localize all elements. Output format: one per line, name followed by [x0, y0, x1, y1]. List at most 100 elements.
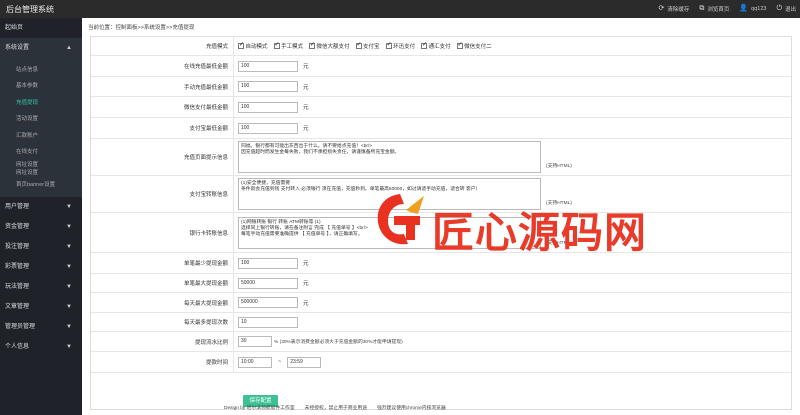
mode-auto-checkbox[interactable]: 自动模式	[238, 41, 268, 50]
checkbox-checked-icon	[421, 41, 427, 49]
mode-checkbox-group: 自动模式 手工模式 微信大额支付 支付宝 环迅支付 通汇支付 微信支付二	[238, 41, 492, 50]
view-homepage-button[interactable]: ⧉ 浏览首页	[699, 5, 729, 13]
mode-tonghui-checkbox[interactable]: 通汇支付	[421, 41, 451, 50]
form-row-time: 提款时间 10:00 ~ 23:59	[91, 352, 791, 373]
user-icon: 👤	[739, 5, 749, 12]
sidebar-item-recharge-withdraw[interactable]: 充值提现	[0, 95, 82, 111]
sidebar-item-home[interactable]: 起始页	[0, 18, 82, 38]
mode-manual-checkbox[interactable]: 手工模式	[273, 41, 303, 50]
time-label: 提款时间	[91, 352, 234, 372]
sidebar-item-site-info[interactable]: 站点信息	[0, 62, 82, 78]
recharge-tip-textarea[interactable]: 同福，银行都有可能出东西出于什么。请不要给点充值！<br/> 因充值超时而发生金…	[238, 141, 541, 173]
checkbox-checked-icon	[355, 41, 362, 49]
unit-label: 元	[303, 64, 309, 70]
unit-label: 元	[303, 300, 309, 307]
sidebar-item-url-settings[interactable]: 网址设置 网址设置	[0, 160, 82, 176]
sidebar-group-funds[interactable]: 资金管理 ▼	[0, 217, 82, 237]
refresh-icon: ⟳	[658, 5, 665, 12]
wechat-min-label: 微信支付最低金额	[91, 97, 234, 117]
time-start-input[interactable]: 10:00	[238, 356, 272, 368]
user-menu[interactable]: 👤 qq123	[739, 5, 766, 13]
top-bar: 后台管理系统 ⟳ 清除缓存 ⧉ 浏览首页 👤 qq123 ⏻ 退出	[0, 0, 800, 18]
chevron-down-icon: ▼	[66, 224, 72, 231]
form-row-online-min: 在线充值最低金额 100 元	[91, 56, 791, 77]
sidebar-group-articles[interactable]: 文章管理 ▼	[0, 297, 82, 317]
time-end-input[interactable]: 23:59	[287, 356, 322, 368]
sidebar-group-admins[interactable]: 管理员管理 ▼	[0, 317, 82, 337]
sidebar-group-profile[interactable]: 个人信息 ▼	[0, 337, 82, 357]
chevron-down-icon: ▼	[66, 304, 72, 311]
unit-label: 元	[303, 126, 309, 132]
support-html-note: (支持HTML)	[546, 164, 572, 169]
footer-browser-tip: 强烈建议使用chrome内核浏览器	[377, 406, 446, 411]
single-max-withdraw-label: 单笔最大提现金额	[91, 274, 234, 292]
daily-max-withdraw-input[interactable]: 500000	[238, 297, 298, 308]
ratio-input[interactable]: 30	[238, 336, 272, 347]
footer-credit: Design by 哈尔滨领航软件工作室	[224, 406, 295, 411]
sidebar-item-remit-account[interactable]: 汇款账户	[0, 128, 82, 144]
sidebar-group-lottery[interactable]: 彩票管理 ▼	[0, 257, 82, 277]
form-row-recharge-tip: 充值页面提示信息 同福，银行都有可能出东西出于什么。请不要给点充值！<br/> …	[91, 139, 791, 176]
chevron-down-icon: ▼	[66, 264, 72, 271]
daily-count-label: 每天最多提现次数	[91, 313, 234, 331]
checkbox-checked-icon	[238, 41, 244, 49]
chevron-down-icon: ▼	[66, 284, 72, 291]
ratio-label: 提现流水比例	[91, 332, 234, 351]
footer: Design by 哈尔滨领航软件工作室 未经授权，禁止用于商业用途 强烈建议使…	[224, 404, 446, 411]
mode-wechat-large-checkbox[interactable]: 微信大额支付	[309, 41, 350, 50]
mode-ips-checkbox[interactable]: 环迅支付	[385, 41, 415, 50]
form-row-ratio: 提现流水比例 30% (30%表示消费金额必须大于充值金额的30%才能申请提现)	[91, 332, 791, 352]
sidebar-submenu-system: 站点信息 基本参数 充值提现 活动设置 汇款账户 在线支付 网址设置 网址设置 …	[0, 58, 82, 198]
recharge-tip-label: 充值页面提示信息	[91, 139, 234, 175]
app-title: 后台管理系统	[6, 5, 54, 14]
mode-wechat2-checkbox[interactable]: 微信支付二	[456, 41, 492, 50]
time-separator: ~	[278, 359, 282, 365]
clear-cache-button[interactable]: ⟳ 清除缓存	[659, 5, 690, 13]
footer-notice: 未经授权，禁止用于商业用途	[304, 406, 368, 411]
sidebar-item-activity[interactable]: 活动设置	[0, 111, 82, 127]
chevron-up-icon: ▲	[66, 45, 72, 51]
alipay-min-input[interactable]: 100	[238, 122, 298, 134]
chevron-down-icon: ▼	[66, 344, 72, 351]
chevron-down-icon: ▼	[66, 324, 72, 331]
manual-min-label: 手动充值最低金额	[91, 77, 234, 96]
alipay-min-label: 支付宝最低金额	[91, 118, 234, 138]
logout-button[interactable]: ⏻ 退出	[776, 5, 796, 13]
breadcrumb: 当前位置：控制面板>>系统设置>>充值提现	[88, 25, 195, 31]
chevron-down-icon: ▼	[66, 204, 72, 211]
online-min-input[interactable]: 100	[238, 60, 298, 72]
form-row-daily-count: 每天最多提现次数 10	[91, 313, 791, 332]
sidebar-group-system[interactable]: 系统设置 ▲	[0, 38, 82, 58]
watermark-logo: 匠心源码网	[370, 188, 646, 258]
sidebar-item-online-pay[interactable]: 在线支付	[0, 144, 82, 160]
sidebar-group-gameplay[interactable]: 玩法管理 ▼	[0, 277, 82, 297]
alipay-tip-label: 支付宝转账信息	[91, 176, 234, 212]
bank-tip-label: 银行卡转账信息	[91, 213, 234, 252]
sidebar-item-banner[interactable]: 首页banner设置	[0, 177, 82, 193]
sidebar-group-bets[interactable]: 投注管理 ▼	[0, 237, 82, 257]
watermark-emblem-icon	[377, 194, 424, 245]
checkbox-checked-icon	[456, 41, 463, 49]
manual-min-input[interactable]: 100	[238, 81, 298, 92]
unit-label: 元	[303, 84, 309, 91]
mode-alipay-checkbox[interactable]: 支付宝	[355, 41, 380, 50]
form-row-daily-max-withdraw: 每天最大提现金额 500000 元	[91, 293, 791, 313]
form-row-mode: 充值模式 自动模式 手工模式 微信大额支付 支付宝 环迅支付 通汇支付 微信支付…	[91, 37, 791, 56]
unit-label: 元	[303, 105, 309, 111]
checkbox-checked-icon	[273, 41, 280, 49]
form-row-manual-min: 手动充值最低金额 100 元	[91, 77, 791, 97]
daily-count-input[interactable]: 10	[238, 316, 298, 328]
mode-label: 充值模式	[91, 37, 234, 55]
unit-label: 元	[303, 281, 309, 287]
watermark-text: 匠心源码网	[432, 208, 648, 257]
sidebar-group-users[interactable]: 用户管理 ▼	[0, 197, 82, 217]
checkbox-checked-icon	[309, 41, 315, 49]
wechat-min-input[interactable]: 100	[238, 101, 298, 113]
main-content: 当前位置：控制面板>>系统设置>>充值提现 充值模式 自动模式 手工模式 微信大…	[82, 18, 800, 415]
sidebar-item-basic-params[interactable]: 基本参数	[0, 78, 82, 94]
single-max-withdraw-input[interactable]: 50000	[238, 277, 298, 289]
single-min-withdraw-input[interactable]: 100	[238, 257, 298, 269]
chevron-down-icon: ▼	[66, 244, 72, 251]
ratio-note: % (30%表示消费金额必须大于充值金额的30%才能申请提现)	[274, 340, 403, 345]
daily-max-withdraw-label: 每天最大提现金额	[91, 293, 234, 312]
